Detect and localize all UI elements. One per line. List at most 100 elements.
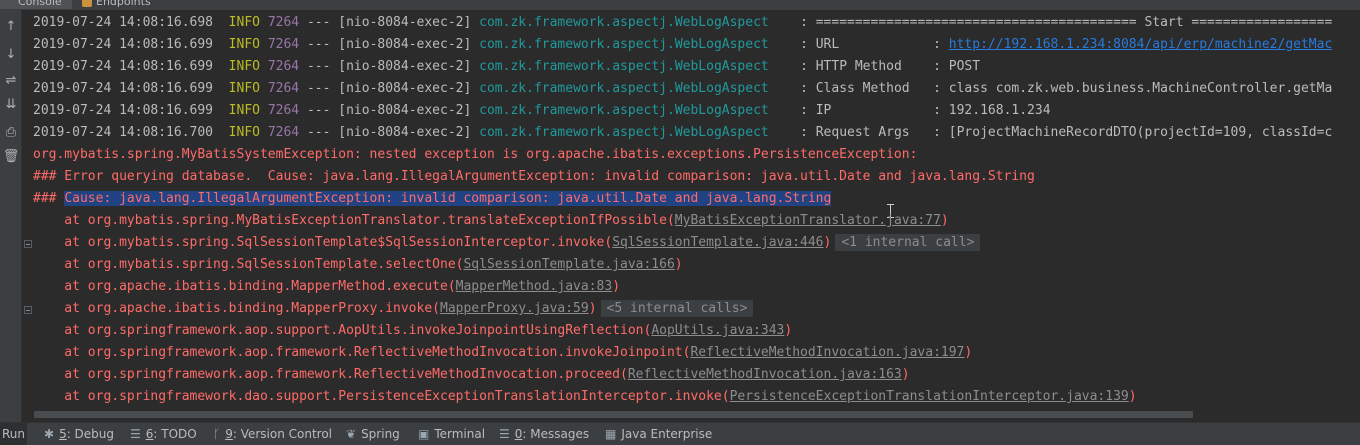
stack-frame: at org.springframework.aop.support.AopUt… [33,320,792,342]
stack-frame-suffix: ) [784,323,793,338]
stack-source-link[interactable]: MyBatisExceptionTranslator.java:77 [675,213,941,228]
debug-label: : Debug [66,427,115,441]
log-separator: --- [306,125,331,140]
messages-label: : Messages [522,427,590,441]
log-pid: 7264 [267,81,300,96]
stack-frame: at org.mybatis.spring.SqlSessionTemplate… [33,232,981,254]
stack-frame-text: at org.apache.ibatis.binding.MapperMetho… [33,279,456,294]
error-query-line: ### Error querying database. Cause: java… [33,166,1035,188]
tool-window-todo-button[interactable]: ☰ 6: TODO [130,423,197,445]
stack-source-link[interactable]: PersistenceExceptionTranslationIntercept… [730,389,1129,404]
log-key: : HTTP Method : [800,59,949,74]
log-separator: --- [306,103,331,118]
stack-frame-suffix: ) [1128,389,1137,404]
log-timestamp: 2019-07-24 14:08:16.699 [33,59,214,74]
stack-frame-text: at org.apache.ibatis.binding.MapperProxy… [33,301,440,316]
log-timestamp: 2019-07-24 14:08:16.699 [33,103,214,118]
log-key: : Request Args : [800,125,949,140]
stack-frame: at org.springframework.dao.support.Persi… [33,386,1137,408]
log-value: POST [948,59,981,74]
stack-source-link[interactable]: ReflectiveMethodInvocation.java:197 [690,345,964,360]
debug-shortcut-number: 5 [59,427,67,441]
log-logger: com.zk.framework.aspectj.WebLogAspect [479,125,769,140]
log-timestamp: 2019-07-24 14:08:16.699 [33,37,214,52]
tool-window-spring-button[interactable]: ❦ Spring [346,423,400,445]
log-line: 2019-07-24 14:08:16.700 INFO 7264 --- [n… [33,122,1332,144]
stack-source-link[interactable]: ReflectiveMethodInvocation.java:163 [628,367,902,382]
log-separator: --- [306,59,331,74]
tool-window-version-control-button[interactable]: ᚴ 9: Version Control [213,423,332,445]
java-enterprise-label: Java Enterprise [621,427,713,441]
tab-endpoints-label: Endpoints [96,0,151,8]
tool-window-java-enterprise-button[interactable]: ▦ Java Enterprise [605,423,712,445]
stack-frame-suffix: ) [612,279,621,294]
log-level: INFO [228,81,260,96]
arrow-down-icon[interactable]: ↓ [0,44,22,64]
log-logger: com.zk.framework.aspectj.WebLogAspect [479,37,769,52]
scroll-to-end-icon[interactable]: ⇊ [0,94,22,114]
log-level: INFO [228,59,260,74]
log-level: INFO [228,37,260,52]
run-label: Run [2,427,26,441]
tool-window-messages-button[interactable]: ☰ 0: Messages [499,423,589,445]
log-line: 2019-07-24 14:08:16.699 INFO 7264 --- [n… [33,78,1332,100]
print-icon[interactable]: ⎙ [0,122,22,142]
log-value: class com.zk.web.business.MachineControl… [948,81,1333,96]
tab-endpoints[interactable]: Endpoints [76,0,151,9]
stack-source-link[interactable]: MapperProxy.java:59 [440,301,589,316]
log-pid: 7264 [267,15,300,30]
cause-prefix: ### [33,191,65,206]
fold-toggle-icon[interactable] [24,240,32,248]
debug-icon: ✱ [44,427,55,441]
trash-icon[interactable]: 🗑 [0,146,22,166]
soft-wrap-icon[interactable]: ⇌ [0,70,22,90]
console-output[interactable]: 2019-07-24 14:08:16.698 INFO 7264 --- [n… [22,12,1360,410]
log-key: : IP : [800,103,949,118]
log-logger: com.zk.framework.aspectj.WebLogAspect [479,103,769,118]
error-query-message: ### Error querying database. Cause: java… [33,169,1035,184]
horizontal-scrollbar[interactable] [34,411,1193,418]
stack-frame-suffix: ) [674,257,683,272]
stack-source-link[interactable]: SqlSessionTemplate.java:166 [463,257,674,272]
cause-line: ### Cause: java.lang.IllegalArgumentExce… [33,188,832,210]
stack-frame-text: at org.springframework.aop.support.AopUt… [33,323,652,338]
tool-window-tabs: Console Endpoints [0,0,1360,10]
stack-frame: at org.apache.ibatis.binding.MapperMetho… [33,276,620,298]
tool-window-bar: Run ✱ 5: Debug ☰ 6: TODO ᚴ 9: Version Control ❦… [0,422,1360,445]
stack-source-link[interactable]: AopUtils.java:343 [651,323,784,338]
log-logger: com.zk.framework.aspectj.WebLogAspect [479,15,769,30]
cause-selected-text[interactable]: Cause: java.lang.IllegalArgumentExceptio… [64,191,832,206]
internal-calls-badge[interactable]: <1 internal call> [835,234,981,251]
tool-window-debug-button[interactable]: ✱ 5: Debug [44,423,114,445]
log-separator: --- [306,15,331,30]
stack-frame-text: at org.mybatis.spring.SqlSessionTemplate… [33,257,464,272]
tool-window-terminal-button[interactable]: ▣ Terminal [418,423,485,445]
log-url-link[interactable]: http://192.168.1.234:8084/api/erp/machin… [949,37,1333,52]
tab-console[interactable]: Console [0,0,72,9]
arrow-up-icon[interactable]: ↑ [0,16,22,36]
version-control-shortcut-number: 9 [225,427,233,441]
stack-source-link[interactable]: SqlSessionTemplate.java:446 [612,235,823,250]
log-timestamp: 2019-07-24 14:08:16.700 [33,125,214,140]
log-value: ========================================… [815,15,1333,30]
stack-frame: at org.springframework.aop.framework.Ref… [33,342,972,364]
terminal-icon: ▣ [418,427,430,441]
stack-source-link[interactable]: MapperMethod.java:83 [456,279,613,294]
spring-label: Spring [361,427,400,441]
log-level: INFO [228,15,260,30]
spring-icon: ❦ [346,427,357,441]
log-line: 2019-07-24 14:08:16.699 INFO 7264 --- [n… [33,34,1332,56]
tool-window-run-button[interactable]: Run [0,423,27,445]
exception-line: org.mybatis.spring.MyBatisSystemExceptio… [33,144,917,166]
stack-frame-suffix: ) [823,235,832,250]
stack-frame: at org.mybatis.spring.MyBatisExceptionTr… [33,210,948,232]
fold-toggle-icon[interactable] [24,306,32,314]
log-line: 2019-07-24 14:08:16.699 INFO 7264 --- [n… [33,100,1051,122]
log-line: 2019-07-24 14:08:16.698 INFO 7264 --- [n… [33,12,1332,34]
log-pid: 7264 [267,59,300,74]
log-level: INFO [228,103,260,118]
messages-icon: ☰ [499,427,510,441]
internal-calls-badge[interactable]: <5 internal calls> [600,300,754,317]
log-pid: 7264 [267,103,300,118]
todo-label: : TODO [153,427,197,441]
